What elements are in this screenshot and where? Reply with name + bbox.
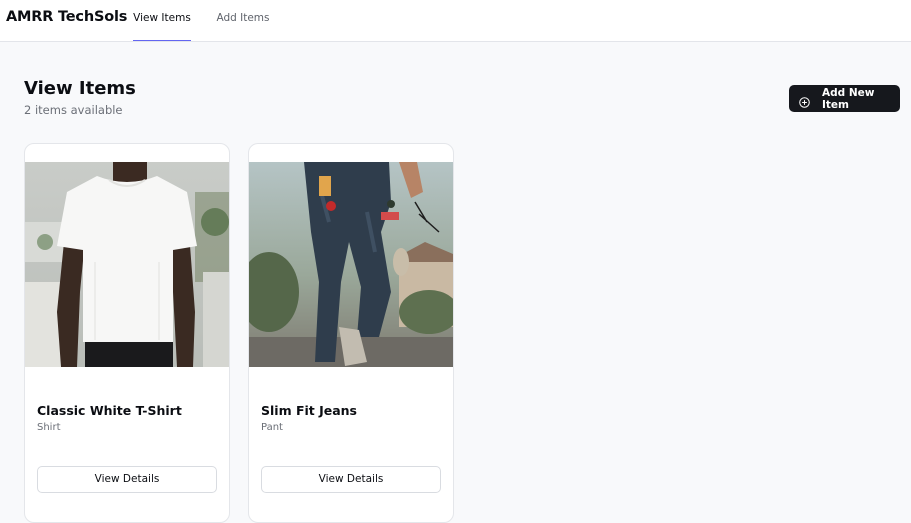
item-count-text: 2 items available: [24, 103, 123, 117]
item-category: Shirt: [37, 422, 61, 433]
item-category: Pant: [261, 422, 283, 433]
tab-view-items[interactable]: View Items: [133, 0, 191, 41]
item-card: Slim Fit Jeans Pant View Details: [248, 143, 454, 523]
view-details-button[interactable]: View Details: [261, 466, 441, 493]
tab-add-items[interactable]: Add Items: [214, 0, 272, 41]
view-details-button[interactable]: View Details: [37, 466, 217, 493]
page-title: View Items: [24, 78, 136, 99]
top-navbar: AMRR TechSols View Items Add Items: [0, 0, 911, 42]
add-new-item-label: Add New Item: [822, 86, 875, 111]
item-card: Classic White T-Shirt Shirt View Details: [24, 143, 230, 523]
add-new-item-button[interactable]: Add New Item: [789, 85, 900, 112]
item-image-tshirt: [25, 162, 229, 367]
item-image-jeans: [249, 162, 453, 367]
item-name: Classic White T-Shirt: [37, 403, 182, 418]
item-name: Slim Fit Jeans: [261, 403, 358, 418]
plus-circle-icon: [799, 93, 810, 108]
brand-logo-text[interactable]: AMRR TechSols: [6, 9, 127, 25]
